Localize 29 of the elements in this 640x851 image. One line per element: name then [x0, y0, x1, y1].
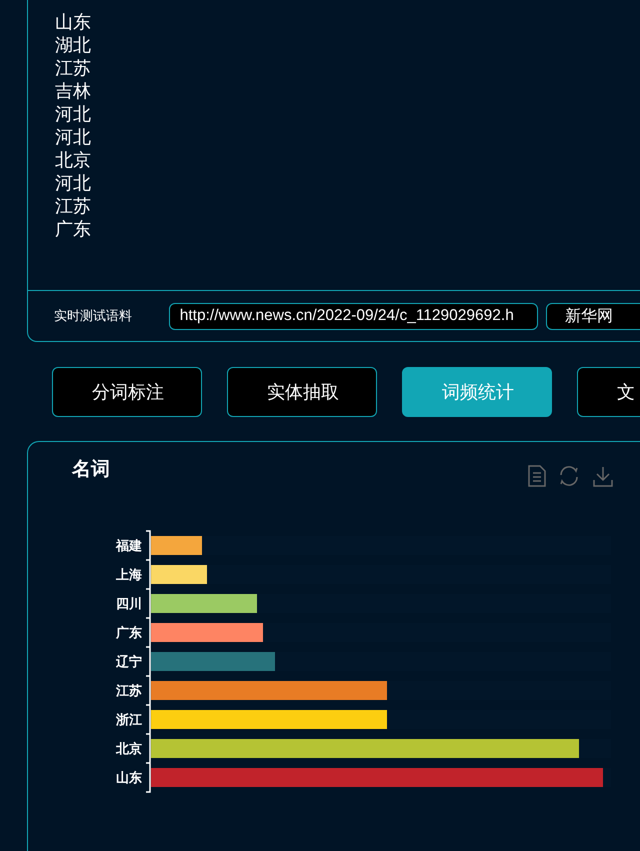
result-item: 广东 [55, 218, 91, 241]
document-icon[interactable] [528, 465, 546, 487]
result-item: 北京 [55, 149, 91, 172]
source-field[interactable]: 新华网 [546, 302, 640, 330]
axis-label: 北京 [116, 740, 142, 758]
result-item: 河北 [55, 103, 91, 126]
refresh-icon[interactable] [558, 465, 580, 487]
axis-label: 江苏 [116, 682, 142, 700]
axis-label: 山东 [116, 769, 142, 787]
axis-label: 浙江 [116, 711, 142, 729]
result-item: 河北 [55, 172, 91, 195]
tab[interactable]: 分词标注 [52, 367, 202, 417]
result-item: 山东 [55, 11, 91, 34]
axis-label: 广东 [116, 624, 142, 642]
corpus-label: 实时测试语料 [54, 307, 133, 326]
result-item: 江苏 [55, 57, 91, 80]
axis-label: 上海 [116, 566, 142, 584]
tab[interactable]: 文 [577, 367, 640, 417]
result-item: 湖北 [55, 34, 91, 57]
axis-label: 辽宁 [116, 653, 142, 671]
url-field[interactable]: http://www.news.cn/2022-09/24/c_1129029692.h [168, 302, 538, 330]
result-item: 江苏 [55, 195, 91, 218]
panel-title: 名词 [72, 458, 110, 482]
result-item: 河北 [55, 126, 91, 149]
axis-label: 四川 [116, 595, 142, 613]
axis-label: 福建 [116, 537, 142, 555]
tab[interactable]: 实体抽取 [227, 367, 377, 417]
result-item: 吉林 [55, 80, 91, 103]
download-icon[interactable] [592, 465, 614, 487]
